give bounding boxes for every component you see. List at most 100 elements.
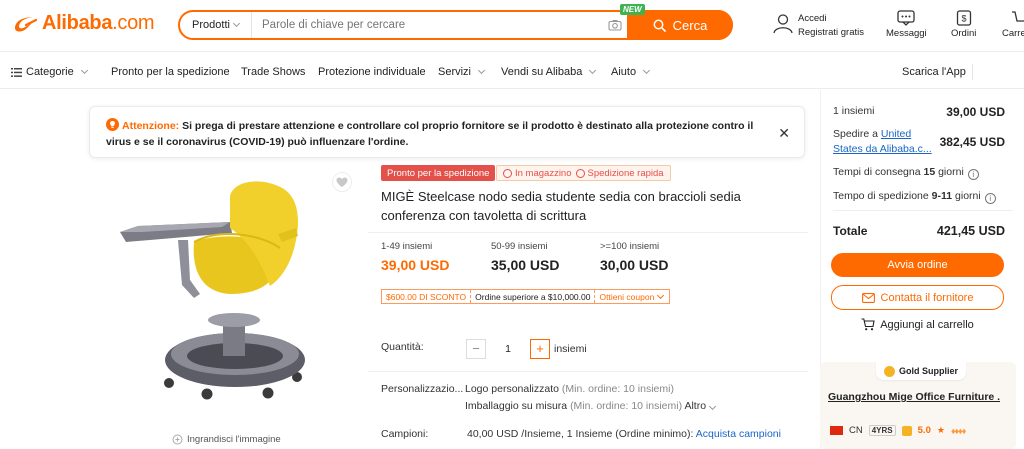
quantity-label: Quantità: xyxy=(381,341,424,353)
supplier-rating: 5.0 xyxy=(917,425,931,436)
nav-item-ready-to-ship[interactable]: Pronto per la spedizione xyxy=(111,66,230,78)
delivery-unit: giorni xyxy=(938,166,964,178)
supplier-name-link[interactable]: Guangzhou Mige Office Furniture ... xyxy=(828,391,1000,403)
nav-item-services[interactable]: Servizi xyxy=(438,66,486,78)
samples-value: 40,00 USD /Insieme, 1 Insieme (Ordine mi… xyxy=(467,428,694,440)
quantity-unit: insiemi xyxy=(554,342,587,355)
category-nav: Categorie Pronto per la spedizione Trade… xyxy=(0,55,1024,89)
search-category-select[interactable]: Prodotti xyxy=(180,12,252,38)
product-title: MIGÈ Steelcase nodo sedia studente sedia… xyxy=(381,189,741,223)
nav-item-label: Trade Shows xyxy=(241,66,306,78)
info-icon[interactable]: i xyxy=(967,169,979,180)
favorite-button[interactable] xyxy=(332,172,352,192)
nav-item-label: Vendi su Alibaba xyxy=(501,66,583,78)
orders-icon: $ xyxy=(956,10,971,26)
nav-item-sell[interactable]: Vendi su Alibaba xyxy=(501,66,597,78)
custom-packaging-option: Imballaggio su misura (Min. ordine: 10 i… xyxy=(465,400,717,412)
categories-label: Categorie xyxy=(26,66,74,78)
add-to-cart-button[interactable]: Aggiungi al carrello xyxy=(831,318,1004,331)
summary-shipping-row: Spedire a United States da Alibaba.c... … xyxy=(833,127,1013,157)
orders-button[interactable]: $ Ordini xyxy=(951,10,976,39)
total-price: 421,45 USD xyxy=(936,224,1005,238)
start-order-button[interactable]: Avvia ordine xyxy=(831,253,1004,277)
supplier-years: 4YRS xyxy=(868,425,896,436)
dispatch-days: 9-11 xyxy=(931,190,953,202)
signin-link[interactable]: Accedi xyxy=(798,12,864,26)
dispatch-unit: giorni xyxy=(955,190,981,202)
chevron-down-icon xyxy=(643,66,651,75)
buy-samples-link[interactable]: Acquista campioni xyxy=(696,428,781,440)
samples-info: 40,00 USD /Insieme, 1 Insieme (Ordine mi… xyxy=(467,428,781,440)
quantity-stepper: − 1 + insiemi xyxy=(466,338,587,359)
coupon-condition: Ordine superiore a $10,000.00 xyxy=(475,291,591,302)
tier-price: 39,00 USD xyxy=(381,257,450,273)
diamond-rating-icon: ♦♦♦♦ xyxy=(950,425,966,436)
cart-icon xyxy=(1011,11,1024,22)
contact-supplier-button[interactable]: Contatta il fornitore xyxy=(831,285,1004,310)
cart-header-button[interactable]: Carrello xyxy=(1002,10,1024,39)
download-app-link[interactable]: Scarica l'App xyxy=(902,66,966,78)
samples-label: Campioni: xyxy=(381,428,429,440)
fast-shipping-label: Spedizione rapida xyxy=(587,167,664,179)
header: Alibaba.com Prodotti Cerca NEW Accedi Re… xyxy=(0,0,1024,52)
search-bar: Prodotti Cerca xyxy=(178,10,733,40)
close-icon[interactable]: ✕ xyxy=(778,125,790,141)
quantity-input[interactable]: 1 xyxy=(486,343,530,355)
custom-pack-label: Imballaggio su misura xyxy=(465,400,568,412)
nav-item-label: Servizi xyxy=(438,66,472,78)
search-input[interactable] xyxy=(252,12,603,38)
gold-supplier-label: Gold Supplier xyxy=(899,366,959,376)
custom-logo-option: Logo personalizzato (Min. ordine: 10 ins… xyxy=(465,383,674,395)
cart-label: Carrello xyxy=(1002,28,1024,39)
chevron-down-icon xyxy=(80,66,88,75)
nav-item-personal-protection[interactable]: Protezione individuale xyxy=(318,66,426,78)
account-menu[interactable]: Accedi Registrati gratis xyxy=(772,12,864,40)
nav-item-trade-shows[interactable]: Trade Shows xyxy=(241,66,305,78)
zoom-label: Ingrandisci l'immagine xyxy=(187,434,281,445)
custom-pack-min: (Min. ordine: 10 insiemi) xyxy=(570,400,683,412)
tier-qty: 50-99 insiemi xyxy=(491,241,548,252)
messages-button[interactable]: Messaggi xyxy=(886,10,927,39)
more-label: Altro xyxy=(684,400,707,412)
alert-text: Si prega di prestare attenzione e contro… xyxy=(106,120,754,148)
gold-supplier-badge: Gold Supplier xyxy=(876,362,967,380)
zoom-image-button[interactable]: Ingrandisci l'immagine xyxy=(172,434,281,445)
start-order-label: Avvia ordine xyxy=(887,259,948,271)
chevron-down-icon xyxy=(709,402,717,411)
camera-icon[interactable] xyxy=(603,19,627,31)
more-options-link[interactable]: Altro xyxy=(684,400,717,412)
coupon-discount: $600.00 DI SCONTO xyxy=(382,290,472,303)
register-link[interactable]: Registrati gratis xyxy=(798,26,864,40)
chevron-down-icon xyxy=(589,66,597,75)
nav-item-help[interactable]: Aiuto xyxy=(611,66,651,78)
delivery-time-row: Tempi di consegna 15 giorni i xyxy=(833,166,1013,180)
tier-qty: >=100 insiemi xyxy=(600,241,660,252)
tier-price: 35,00 USD xyxy=(491,257,560,273)
logo-name: Alibaba xyxy=(42,12,113,34)
logo-suffix: .com xyxy=(112,12,155,34)
summary-qty-price: 39,00 USD xyxy=(946,105,1005,119)
dispatch-time-row: Tempo di spedizione 9-11 giorni i xyxy=(833,190,1013,204)
contact-supplier-label: Contatta il fornitore xyxy=(880,291,974,304)
summary-qty-label: 1 insiemi xyxy=(833,105,875,117)
zoom-icon xyxy=(172,434,183,445)
divider xyxy=(368,232,808,233)
categories-menu[interactable]: Categorie xyxy=(11,66,88,78)
nav-item-label: Pronto per la spedizione xyxy=(111,66,230,78)
nav-divider xyxy=(972,64,973,80)
tier-qty: 1-49 insiemi xyxy=(381,241,433,252)
orders-label: Ordini xyxy=(951,28,977,39)
download-app-label: Scarica l'App xyxy=(902,66,966,78)
info-icon[interactable]: i xyxy=(984,193,996,204)
decrement-button[interactable]: − xyxy=(466,338,486,359)
get-coupon-link[interactable]: Ottieni coupon xyxy=(594,290,669,303)
search-icon xyxy=(653,19,666,32)
clock-icon xyxy=(575,168,585,178)
alibaba-logo[interactable]: Alibaba.com xyxy=(12,12,155,35)
increment-button[interactable]: + xyxy=(530,338,550,359)
logo-text: Alibaba.com xyxy=(42,12,155,35)
user-icon xyxy=(773,14,793,34)
chevron-down-icon xyxy=(232,19,240,28)
product-image[interactable] xyxy=(110,170,340,420)
alibaba-logo-icon xyxy=(12,14,38,34)
